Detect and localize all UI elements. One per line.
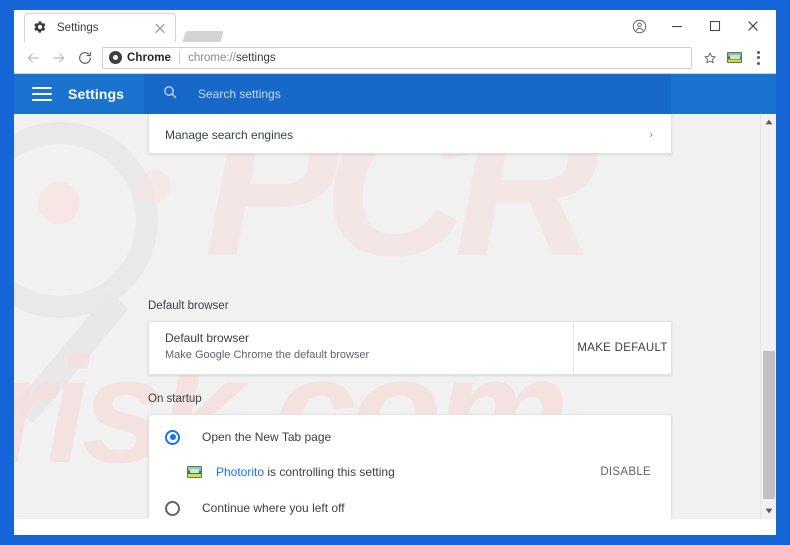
make-default-button[interactable]: MAKE DEFAULT (573, 322, 671, 374)
site-identity-chip[interactable]: Chrome (109, 51, 171, 64)
browser-tab-settings[interactable]: Settings (24, 13, 176, 42)
scroll-down-arrow[interactable] (761, 503, 776, 519)
url-scheme: chrome:// (188, 51, 236, 64)
section-title-on-startup: On startup (148, 393, 202, 405)
default-browser-texts: Default browser Make Google Chrome the d… (149, 322, 573, 374)
screenshot-root: Settings Chrome chrome://settings Settin… (0, 0, 790, 545)
startup-option-new-tab[interactable]: Open the New Tab page (149, 418, 671, 456)
startup-option-label: Open the New Tab page (202, 430, 332, 444)
search-icon (162, 84, 178, 105)
on-startup-card: Open the New Tab page Photorito is contr… (148, 414, 672, 519)
close-button[interactable] (734, 11, 772, 41)
kebab-menu-icon[interactable] (746, 46, 770, 70)
make-default-label: MAKE DEFAULT (577, 342, 668, 354)
search-input[interactable]: Search settings (198, 87, 281, 101)
section-title-default-browser: Default browser (148, 300, 229, 312)
reload-icon[interactable] (72, 45, 98, 71)
settings-content: PCR risk.com Manage search engines › Def… (14, 114, 776, 519)
settings-page: Manage search engines › Default browser … (14, 114, 756, 519)
manage-search-engines-row[interactable]: Manage search engines › (149, 115, 671, 155)
maximize-button[interactable] (696, 11, 734, 41)
window-controls (620, 10, 772, 42)
close-icon[interactable] (153, 21, 167, 35)
search-engines-card: Manage search engines › (148, 114, 672, 154)
startup-option-continue[interactable]: Continue where you left off (149, 489, 671, 519)
tab-strip: Settings (14, 10, 776, 43)
radio-button-selected[interactable] (165, 429, 180, 445)
startup-option-label: Continue where you left off (202, 501, 345, 515)
controlled-by-suffix: is controlling this setting (264, 465, 395, 479)
forward-icon[interactable] (46, 45, 72, 71)
photorito-extension-icon (187, 466, 202, 478)
back-icon[interactable] (20, 45, 46, 71)
chrome-page-icon (109, 51, 122, 64)
profile-icon[interactable] (620, 11, 658, 41)
kebab-dots (756, 50, 760, 65)
url-text: chrome://settings (188, 52, 276, 64)
default-browser-title: Default browser (165, 331, 250, 345)
default-browser-subtitle: Make Google Chrome the default browser (165, 349, 370, 361)
disable-button[interactable]: DISABLE (600, 466, 651, 478)
chevron-right-icon: › (649, 129, 653, 141)
scroll-up-arrow[interactable] (761, 114, 776, 130)
hamburger-icon[interactable] (32, 87, 52, 101)
controlled-by-text: Photorito is controlling this setting (216, 465, 600, 479)
browser-toolbar: Chrome chrome://settings (14, 42, 776, 74)
vertical-scrollbar[interactable] (760, 114, 776, 519)
tab-title: Settings (57, 22, 99, 34)
star-icon[interactable] (698, 46, 722, 70)
radio-button[interactable] (165, 500, 180, 516)
minimize-button[interactable] (658, 11, 696, 41)
security-label: Chrome (127, 51, 172, 64)
scroll-thumb[interactable] (763, 351, 775, 499)
settings-header: Settings Search settings (14, 74, 776, 114)
manage-search-engines-label: Manage search engines (165, 128, 294, 142)
search-settings-box[interactable]: Search settings (144, 74, 671, 114)
extension-name-link[interactable]: Photorito (216, 465, 264, 479)
page-title: Settings (68, 86, 125, 102)
url-path: settings (236, 51, 276, 64)
default-browser-card: Default browser Make Google Chrome the d… (148, 321, 672, 375)
gear-icon (33, 20, 49, 36)
address-bar[interactable]: Chrome chrome://settings (102, 46, 692, 69)
browser-window: Settings Chrome chrome://settings Settin… (14, 10, 776, 535)
photorito-extension-icon[interactable] (722, 46, 746, 70)
extension-control-notice: Photorito is controlling this setting DI… (149, 457, 671, 487)
omnibox-divider (179, 51, 181, 64)
extension-glyph (726, 52, 742, 63)
